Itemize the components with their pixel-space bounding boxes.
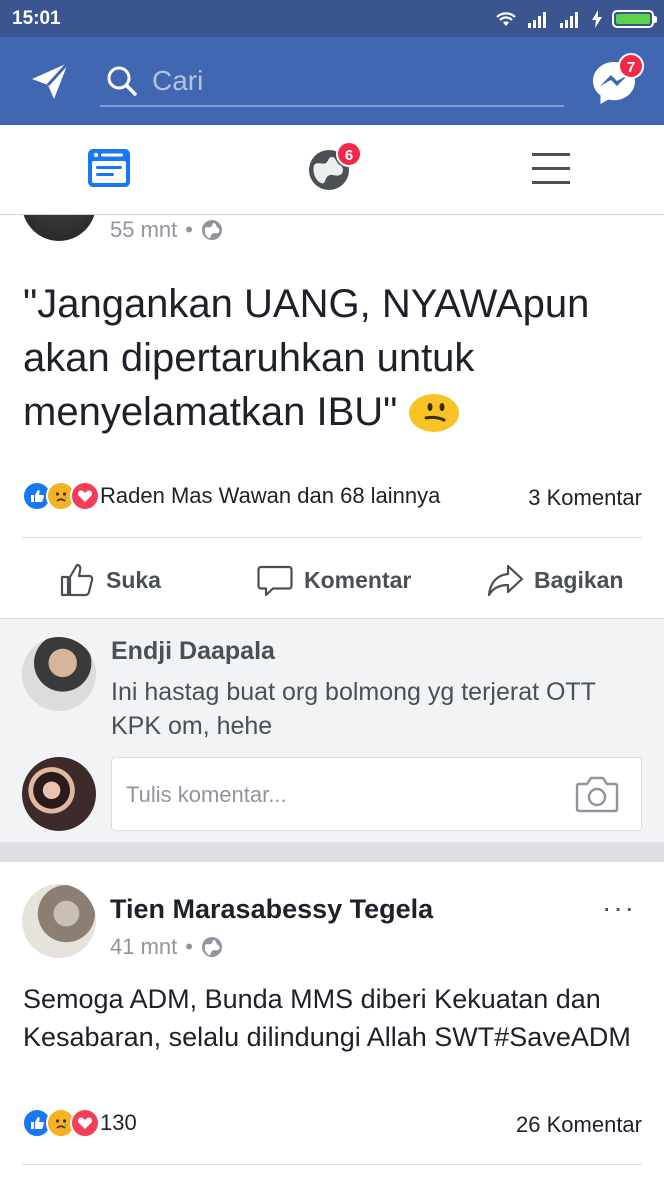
post-text: "Jangankan UANG, NYAWApun akan dipertaru…	[23, 277, 643, 439]
battery-icon	[612, 10, 657, 28]
reaction-summary[interactable]: 130	[22, 1108, 137, 1138]
wifi-icon	[496, 12, 516, 26]
like-label: Suka	[106, 566, 161, 593]
public-globe-icon	[201, 937, 222, 957]
status-time: 15:01	[12, 8, 61, 29]
comment-icon	[257, 565, 293, 597]
post-time: 55 mnt	[110, 217, 178, 242]
search-bar[interactable]: Cari	[100, 57, 564, 107]
post-meta: 41 mnt •	[110, 934, 223, 960]
love-reaction-icon	[70, 481, 100, 511]
avatar[interactable]	[22, 884, 96, 958]
post-text-content: "Jangankan UANG, NYAWApun akan dipertaru…	[23, 282, 590, 434]
comment-input-placeholder: Tulis komentar...	[126, 782, 287, 807]
camera-icon[interactable]	[575, 774, 619, 814]
status-icons	[494, 8, 657, 30]
comment-count[interactable]: 3 Komentar	[528, 485, 642, 511]
meta-dot: •	[185, 934, 193, 959]
more-options-button[interactable]: ···	[602, 892, 636, 924]
search-icon	[107, 66, 137, 96]
reaction-icons	[22, 481, 100, 511]
tab-notifications[interactable]: 6	[306, 141, 362, 195]
send-icon[interactable]	[28, 59, 72, 103]
like-button[interactable]: Suka	[58, 561, 161, 599]
post-card: Tien Marasabessy Tegela ··· 41 mnt • Sem…	[0, 862, 664, 1180]
comment-input[interactable]: Tulis komentar...	[111, 757, 642, 831]
reaction-icons	[22, 1108, 100, 1138]
messenger-button[interactable]: 7	[590, 53, 644, 107]
share-button[interactable]: Bagikan	[486, 561, 623, 599]
reaction-text: Raden Mas Wawan dan 68 lainnya	[100, 483, 441, 508]
love-reaction-icon	[70, 1108, 100, 1138]
share-label: Bagikan	[534, 566, 624, 593]
share-icon	[487, 564, 524, 597]
status-bar: 15:01	[0, 0, 664, 37]
thumbs-up-icon	[60, 563, 94, 597]
tab-menu[interactable]	[528, 145, 578, 195]
comments-section: Endji Daapala Ini hastag buat org bolmon…	[0, 618, 664, 842]
tab-bar: 6	[0, 125, 664, 215]
reaction-count: 130	[100, 1110, 137, 1135]
post-meta: 55 mnt •	[110, 217, 223, 243]
avatar[interactable]	[22, 757, 96, 831]
meta-dot: •	[185, 217, 193, 242]
news-feed-icon	[88, 149, 130, 187]
notifications-badge: 6	[336, 141, 362, 167]
charging-icon	[592, 10, 602, 28]
signal-icon	[560, 10, 582, 28]
tab-news-feed[interactable]	[86, 145, 136, 195]
divider	[22, 1164, 642, 1165]
public-globe-icon	[201, 220, 222, 240]
signal-icon	[528, 10, 550, 28]
post-text: Semoga ADM, Bunda MMS diberi Kekuatan da…	[23, 984, 631, 1052]
comment-author[interactable]: Endji Daapala	[111, 637, 275, 666]
search-input[interactable]: Cari	[152, 65, 203, 97]
feed-separator	[0, 842, 664, 862]
smirk-emoji-icon	[409, 394, 460, 432]
reaction-summary[interactable]: Raden Mas Wawan dan 68 lainnya	[22, 481, 440, 511]
post-card: 55 mnt • "Jangankan UANG, NYAWApun akan …	[0, 215, 664, 618]
comment-text: Ini hastag buat org bolmong yg terjerat …	[111, 678, 596, 740]
hamburger-menu-icon	[532, 153, 570, 184]
comment-label: Komentar	[304, 566, 412, 593]
divider	[22, 537, 642, 538]
avatar[interactable]	[22, 215, 96, 241]
top-bar: Cari 7	[0, 37, 664, 125]
comment-button[interactable]: Komentar	[256, 561, 411, 599]
messenger-badge: 7	[618, 53, 644, 79]
post-time: 41 mnt	[110, 934, 178, 959]
avatar[interactable]	[22, 637, 96, 711]
comment-count[interactable]: 26 Komentar	[516, 1112, 642, 1138]
post-actions: Suka Komentar Bagikan	[0, 541, 664, 617]
post-author[interactable]: Tien Marasabessy Tegela	[110, 894, 433, 925]
